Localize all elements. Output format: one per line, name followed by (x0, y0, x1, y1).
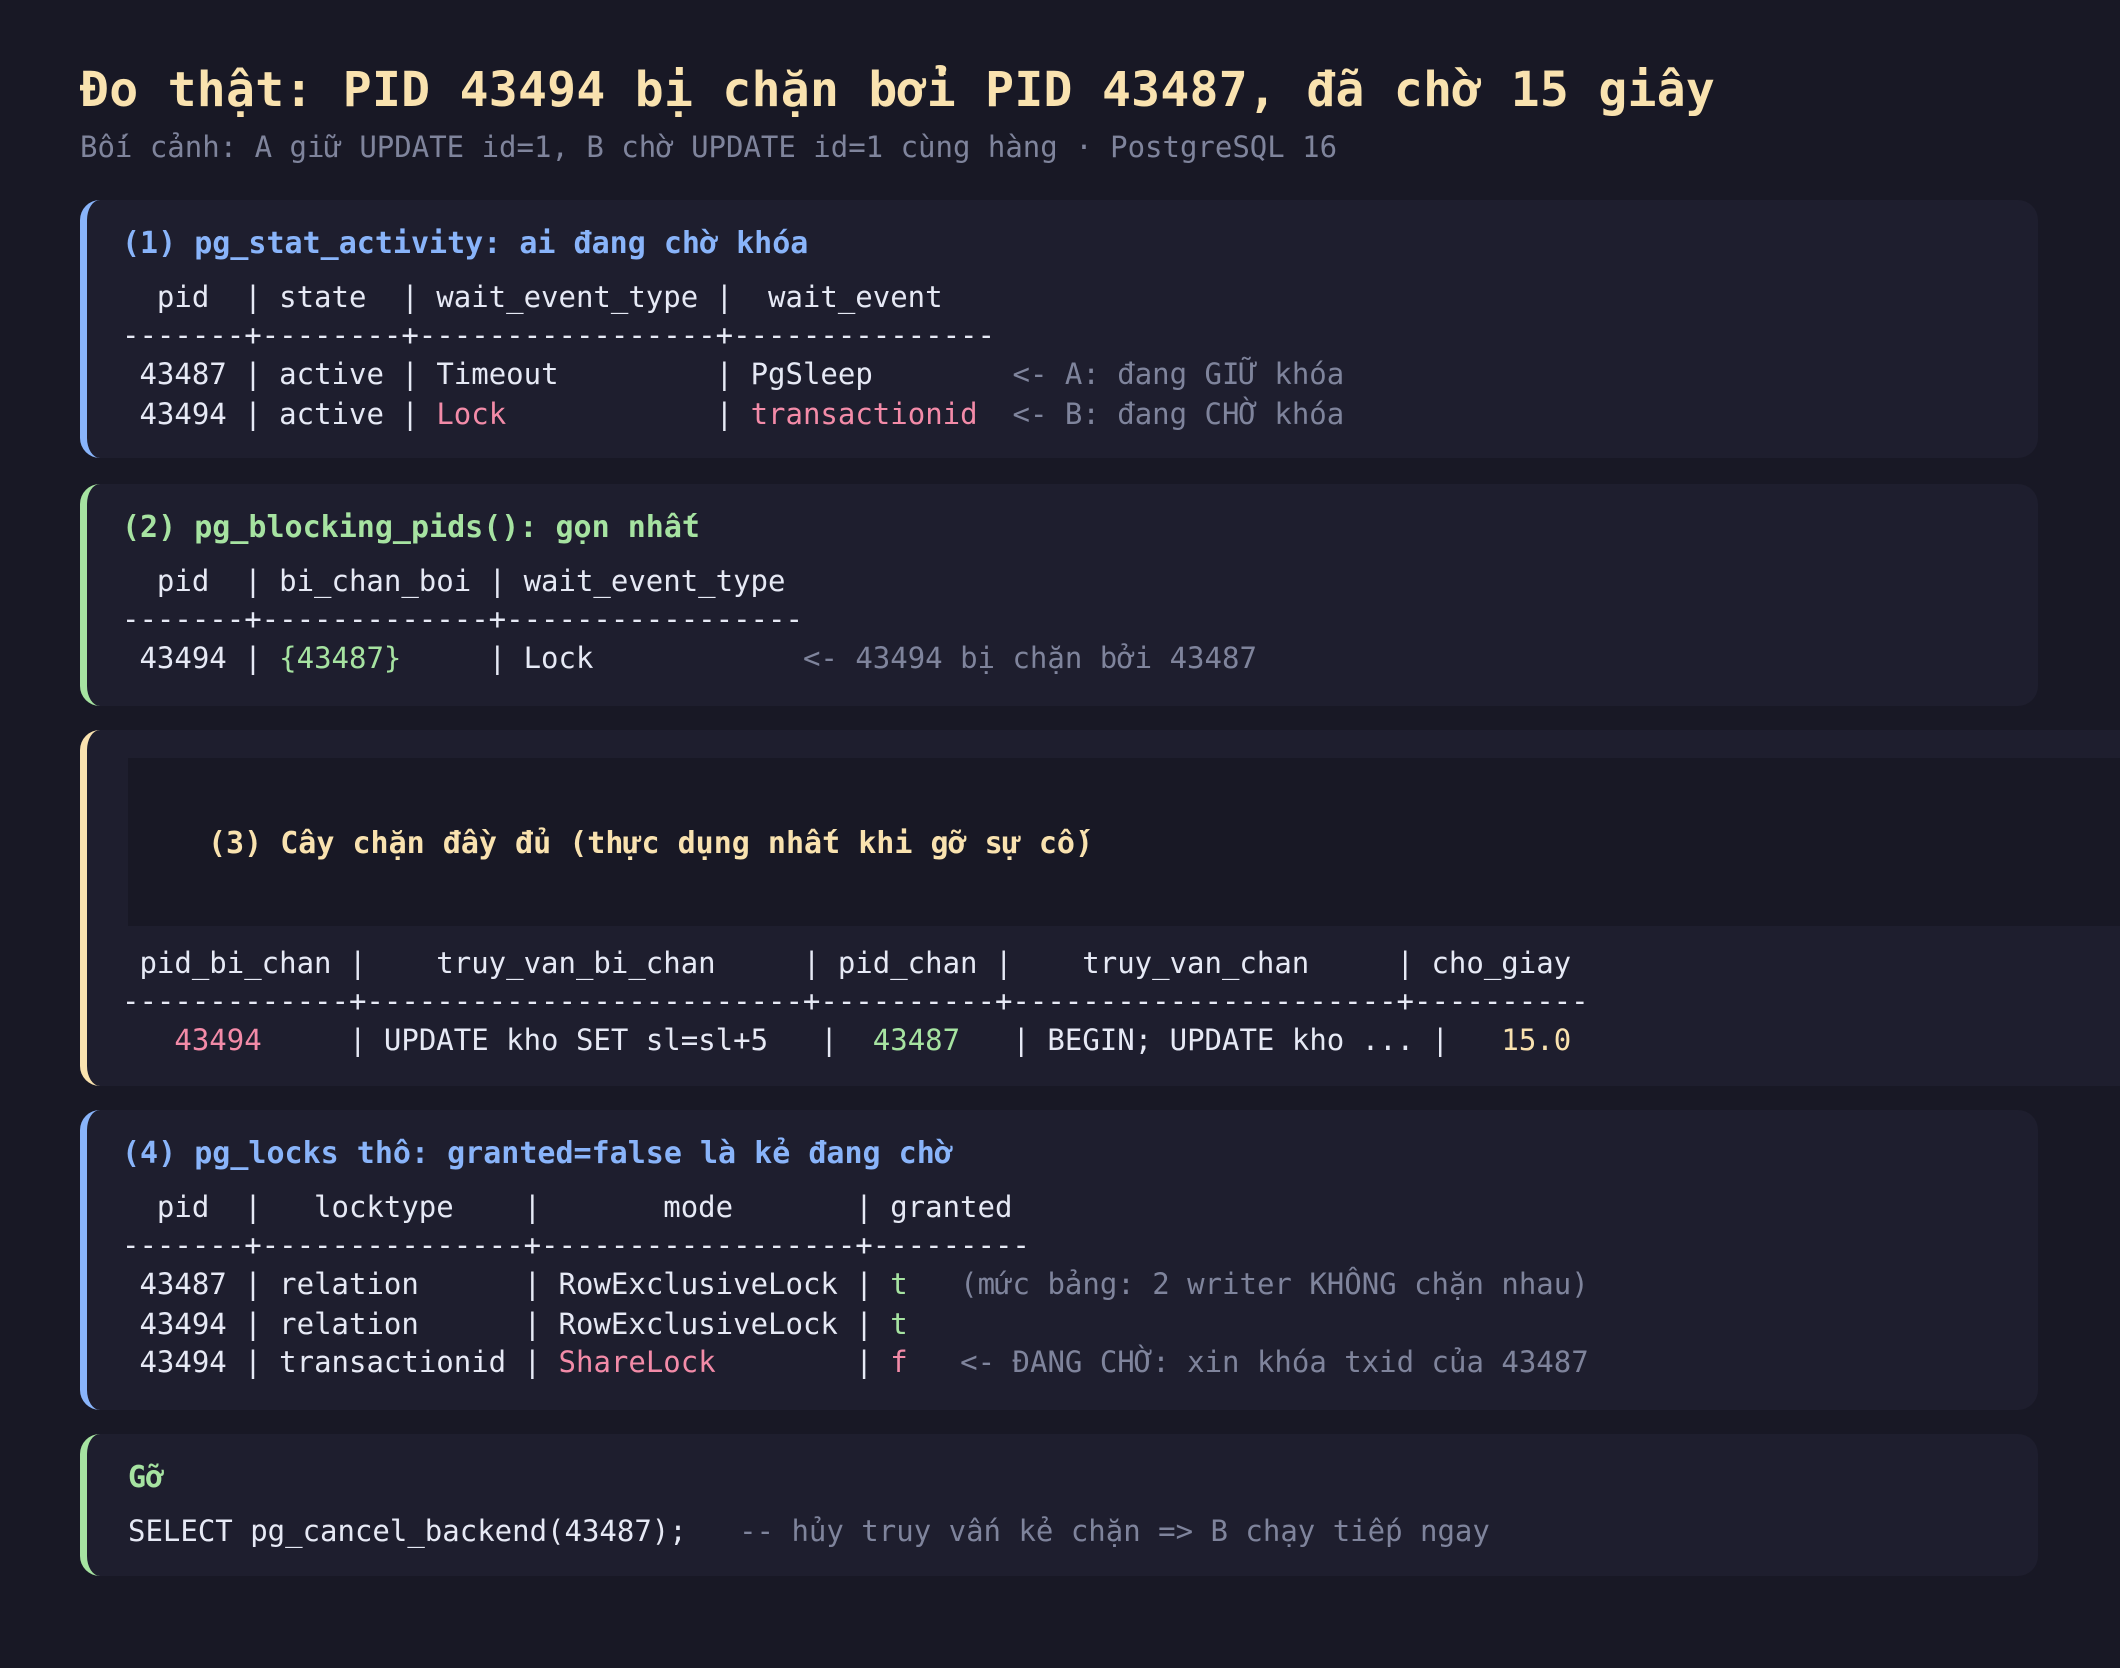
card1-title: (1) pg_stat_activity: ai đang chờ khóa (122, 226, 809, 261)
page: Đo thật: PID 43494 bị chặn bởi PID 43487… (0, 0, 2120, 1668)
card4-header-row: pid | locktype | mode | granted (122, 1190, 1013, 1224)
table-row: 43494 | UPDATE kho SET sl=sl+5 | 43487 |… (174, 1023, 1572, 1057)
table-row: 43487 | relation | RowExclusiveLock | t … (122, 1267, 1589, 1301)
table-row: 43487 | active | Timeout | PgSleep <- A:… (122, 357, 1345, 391)
card3-separator: -------------+-------------------------+… (122, 984, 1589, 1018)
table-row: 43494 | active | Lock | transactionid <-… (122, 397, 1345, 431)
table-row: 43494 | transactionid | ShareLock | f <-… (122, 1345, 1589, 1379)
card1-header-row: pid | state | wait_event_type | wait_eve… (122, 280, 943, 314)
resolve-command-line: SELECT pg_cancel_backend(43487); -- hủy … (128, 1514, 1490, 1548)
page-subtitle: Bối cảnh: A giữ UPDATE id=1, B chờ UPDAT… (80, 130, 1338, 164)
card1-separator: -------+--------+-----------------+-----… (122, 318, 995, 352)
resolve-comment: -- hủy truy vấn kẻ chặn => B chạy tiếp n… (739, 1514, 1490, 1548)
card4-separator: -------+---------------+----------------… (122, 1228, 1030, 1262)
table-row: 43494 | {43487} | Lock <- 43494 bị chặn … (122, 641, 1257, 675)
card-resolve (80, 1434, 2038, 1576)
card3-header-row: pid_bi_chan | truy_van_bi_chan | pid_cha… (122, 946, 1572, 980)
resolve-command: SELECT pg_cancel_backend(43487); (128, 1514, 687, 1548)
card2-separator: -------+-------------+----------------- (122, 602, 803, 636)
card3-title: (3) Cây chặn đầy đủ (thực dụng nhất khi … (208, 826, 1094, 861)
card2-title: (2) pg_blocking_pids(): gọn nhất (122, 510, 700, 545)
card5-title: Gỡ (128, 1460, 165, 1495)
card2-header-row: pid | bi_chan_boi | wait_event_type (122, 564, 786, 598)
table-row: 43494 | relation | RowExclusiveLock | t (122, 1307, 908, 1341)
card4-title: (4) pg_locks thô: granted=false là kẻ đa… (122, 1136, 953, 1171)
page-title: Đo thật: PID 43494 bị chặn bởi PID 43487… (80, 62, 1716, 118)
